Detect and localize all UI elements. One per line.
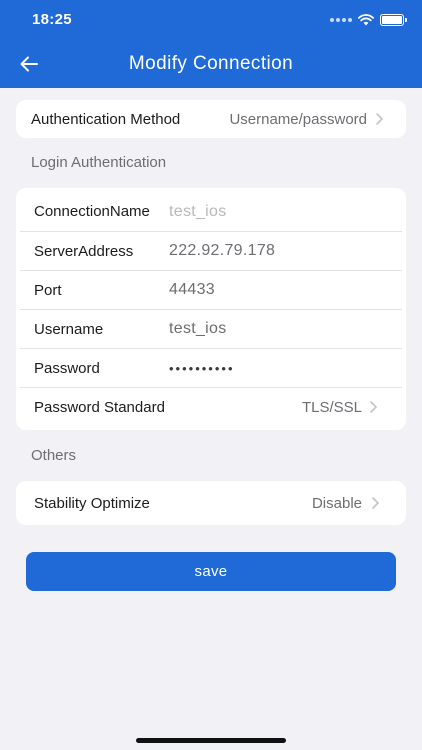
chevron-right-icon [370, 401, 378, 413]
wifi-icon [358, 14, 374, 26]
connection-name-label: ConnectionName [34, 203, 150, 220]
chevron-right-icon [372, 497, 380, 509]
port-field[interactable]: 44433 [169, 281, 215, 299]
app-header: 18:25 Modify Connection [0, 0, 422, 88]
page-title: Modify Connection [128, 53, 294, 74]
username-field[interactable]: test_ios [169, 320, 227, 338]
password-standard-value: TLS/SSL [301, 398, 362, 416]
password-label: Password [34, 359, 100, 377]
stability-optimize-label: Stability Optimize [34, 494, 150, 512]
password-row[interactable]: Password •••••••••• [20, 348, 402, 387]
password-standard-label: Password Standard [34, 398, 165, 416]
login-card: ConnectionName test_ios ServerAddress 22… [16, 188, 406, 430]
chevron-right-icon [376, 113, 384, 125]
port-label: Port [34, 281, 62, 299]
status-icons [330, 12, 407, 28]
username-row[interactable]: Username test_ios [20, 309, 402, 348]
auth-method-value: Username/password [229, 110, 367, 128]
connection-name-row[interactable]: ConnectionName test_ios [20, 192, 402, 231]
auth-method-card: Authentication Method Username/password [16, 100, 406, 138]
server-address-field[interactable]: 222.92.79.178 [169, 242, 275, 260]
stability-optimize-value: Disable [311, 494, 362, 512]
others-section-title: Others [31, 447, 77, 464]
others-card: Stability Optimize Disable [16, 481, 406, 525]
port-row[interactable]: Port 44433 [20, 270, 402, 309]
auth-method-label: Authentication Method [31, 110, 181, 128]
password-standard-row[interactable]: Password Standard TLS/SSL [20, 387, 402, 426]
stability-optimize-row[interactable]: Stability Optimize Disable [16, 481, 406, 525]
login-section-title: Login Authentication [31, 154, 167, 171]
server-address-row[interactable]: ServerAddress 222.92.79.178 [20, 231, 402, 270]
nav-bar: Modify Connection [0, 40, 422, 88]
status-time: 18:25 [32, 11, 72, 28]
save-button[interactable]: save [26, 552, 396, 591]
connection-name-field[interactable]: test_ios [169, 203, 227, 221]
battery-icon [380, 14, 407, 26]
cellular-signal-icon [330, 18, 352, 22]
password-field[interactable]: •••••••••• [169, 361, 235, 376]
status-bar: 18:25 [0, 0, 422, 40]
home-indicator [136, 738, 286, 743]
username-label: Username [34, 320, 104, 338]
server-address-label: ServerAddress [34, 242, 134, 260]
auth-method-row[interactable]: Authentication Method Username/password [16, 100, 406, 138]
